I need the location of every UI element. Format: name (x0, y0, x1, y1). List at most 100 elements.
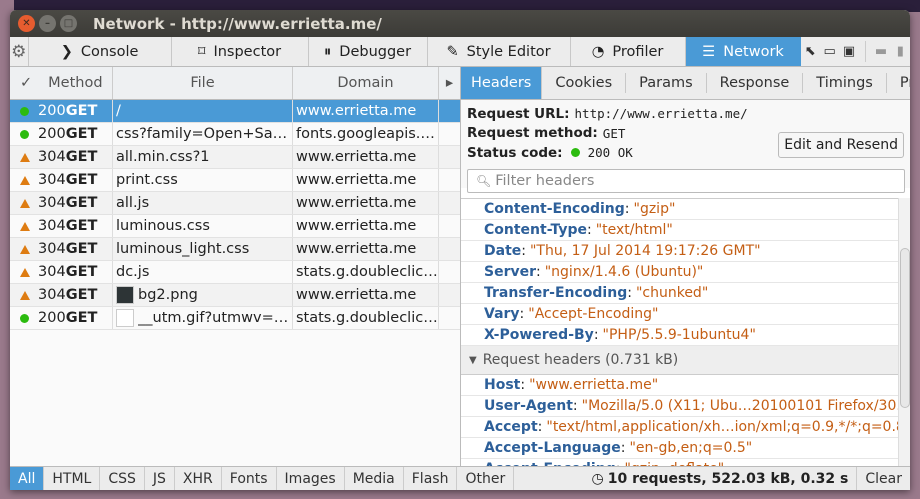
header-name: Accept (484, 419, 538, 435)
filter-other[interactable]: Other (457, 467, 515, 490)
header-value: "www.errietta.me" (529, 377, 659, 393)
tool-tab-network[interactable]: ☰ Network (685, 37, 801, 66)
request-method-label: Request method: (467, 125, 598, 142)
minimize-window-button[interactable]: – (39, 15, 56, 32)
filter-images[interactable]: Images (277, 467, 345, 490)
domain: fonts.googleapis.… (296, 126, 435, 142)
responsive-mode-icon[interactable]: ▣ (839, 37, 858, 66)
split-console-icon[interactable]: ▭ (820, 37, 839, 66)
tool-tab-console[interactable]: ❯ Console (29, 37, 172, 66)
request-row[interactable]: 304 GET luminous_light.css www.errietta.me (10, 238, 460, 261)
request-row[interactable]: 304 GET print.css www.errietta.me (10, 169, 460, 192)
method: GET (65, 172, 98, 188)
clear-button[interactable]: Clear (857, 467, 910, 490)
filter-all[interactable]: All (10, 467, 45, 490)
request-row[interactable]: 304 GET luminous.css www.errietta.me (10, 215, 460, 238)
inspector-icon: ⌑ (198, 43, 206, 60)
method-header: Method (48, 75, 103, 91)
status-cached-icon (20, 221, 30, 231)
details-tab-preview[interactable]: Preview (887, 73, 910, 93)
request-headers-section[interactable]: ▼ Request headers (0.731 kB) (461, 346, 899, 375)
header-value: "text/html,application/xh…ion/xml;q=0.9,… (546, 419, 899, 435)
check-icon: ✓ (20, 75, 33, 91)
request-row[interactable]: 200 GET css?family=Open+Sans:… fonts.google… (10, 123, 460, 146)
filter-js[interactable]: JS (145, 467, 175, 490)
status-code: 304 (38, 195, 66, 211)
network-icon: ☰ (702, 43, 716, 60)
request-row[interactable]: 304 GET dc.js stats.g.doubleclic… (10, 261, 460, 284)
header-row: Vary: "Accept-Encoding" (461, 304, 899, 325)
edit-and-resend-button[interactable]: Edit and Resend (778, 132, 904, 158)
status-cached-icon (20, 244, 30, 254)
header-row: Content-Type: "text/html" (461, 220, 899, 241)
toggle-sidebar-icon[interactable]: ▸ (439, 67, 460, 99)
request-row[interactable]: 200 GET __utm.gif?utmwv=5.… stats.g.doublec… (10, 307, 460, 330)
tool-tab-profiler[interactable]: ◔ Profiler (571, 37, 686, 66)
domain: www.errietta.me (296, 195, 417, 211)
domain: www.errietta.me (296, 172, 417, 188)
dock-bottom-icon[interactable]: ▬ (871, 37, 890, 66)
filter-flash[interactable]: Flash (404, 467, 458, 490)
file-name: luminous.css (116, 218, 210, 234)
status-ok-icon (20, 313, 29, 323)
tool-tab-label: Debugger (339, 43, 412, 60)
status-cached-icon (20, 198, 30, 208)
details-tab-response[interactable]: Response (707, 73, 804, 93)
devtools-window: ✕ – □ Network - http://www.errietta.me/ … (10, 10, 910, 490)
method: GET (65, 264, 98, 280)
window-title: Network - http://www.errietta.me/ (93, 14, 382, 33)
header-row: Host: "www.errietta.me" (461, 375, 899, 396)
status-cached-icon (20, 267, 30, 277)
filter-html[interactable]: HTML (44, 467, 101, 490)
column-method[interactable]: ✓ Method (10, 67, 113, 99)
column-file[interactable]: File (113, 67, 293, 99)
tool-tab-inspector[interactable]: ⌑ Inspector (172, 37, 309, 66)
details-tab-cookies[interactable]: Cookies (542, 73, 627, 93)
details-tab-headers[interactable]: Headers (461, 67, 543, 99)
chevron-icon: ❯ (60, 43, 73, 60)
settings-gear-icon[interactable]: ⚙ (10, 37, 29, 66)
tool-tab-label: Profiler (612, 43, 664, 60)
file-name: print.css (116, 172, 178, 188)
details-tab-params[interactable]: Params (626, 73, 707, 93)
search-icon: 🔍︎ (476, 174, 492, 188)
details-tab-timings[interactable]: Timings (803, 73, 887, 93)
tool-tab-label: Style Editor (466, 43, 551, 60)
filter-fonts[interactable]: Fonts (222, 467, 277, 490)
filter-xhr[interactable]: XHR (175, 467, 222, 490)
request-row[interactable]: 304 GET all.js www.errietta.me (10, 192, 460, 215)
file-name: all.js (116, 195, 150, 211)
scrollbar-thumb[interactable] (900, 248, 910, 408)
close-window-button[interactable]: ✕ (18, 15, 35, 32)
column-domain[interactable]: Domain (293, 67, 439, 99)
filter-headers-input[interactable]: 🔍︎ Filter headers (467, 169, 905, 193)
header-name: X-Powered-By (484, 327, 594, 343)
status-code: 200 (38, 103, 66, 119)
status-code: 304 (38, 287, 66, 303)
details-tabs: HeadersCookiesParamsResponseTimingsPrevi… (461, 67, 910, 100)
pick-element-icon[interactable]: ⬉ (801, 37, 820, 66)
filter-media[interactable]: Media (345, 467, 404, 490)
status-code: 200 (38, 310, 66, 326)
filter-css[interactable]: CSS (100, 467, 145, 490)
file-name: all.min.css?1 (116, 149, 210, 165)
pause-icon: ⏸ (324, 43, 332, 60)
header-value: "en-gb,en;q=0.5" (629, 440, 753, 456)
request-row[interactable]: 304 GET bg2.png www.errietta.me (10, 284, 460, 307)
request-summary-stats: ◷ 10 requests, 522.03 kB, 0.32 s (584, 467, 858, 490)
file-name: / (116, 103, 121, 119)
dock-side-icon[interactable]: ▮ (891, 37, 910, 66)
status-code: 304 (38, 264, 66, 280)
request-list: ✓ Method File Domain ▸ 200 GET / www.erriett… (10, 67, 460, 466)
header-row: Server: "nginx/1.4.6 (Ubuntu)" (461, 262, 899, 283)
headers-scrollbar[interactable] (898, 198, 910, 466)
request-row[interactable]: 304 GET all.min.css?1 www.errietta.me (10, 146, 460, 169)
request-row[interactable]: 200 GET / www.errietta.me (10, 100, 460, 123)
tool-tab-style-editor[interactable]: ✎ Style Editor (428, 37, 571, 66)
header-name: Server (484, 264, 537, 280)
filter-footer: All HTML CSS JS XHR Fonts Images Media Flash Othe… (10, 466, 910, 490)
tool-tab-debugger[interactable]: ⏸ Debugger (309, 37, 428, 66)
file-name: css?family=Open+Sans:… (116, 126, 292, 142)
maximize-window-button[interactable]: □ (60, 15, 77, 32)
header-row: User-Agent: "Mozilla/5.0 (X11; Ubu…201001… (461, 396, 899, 417)
